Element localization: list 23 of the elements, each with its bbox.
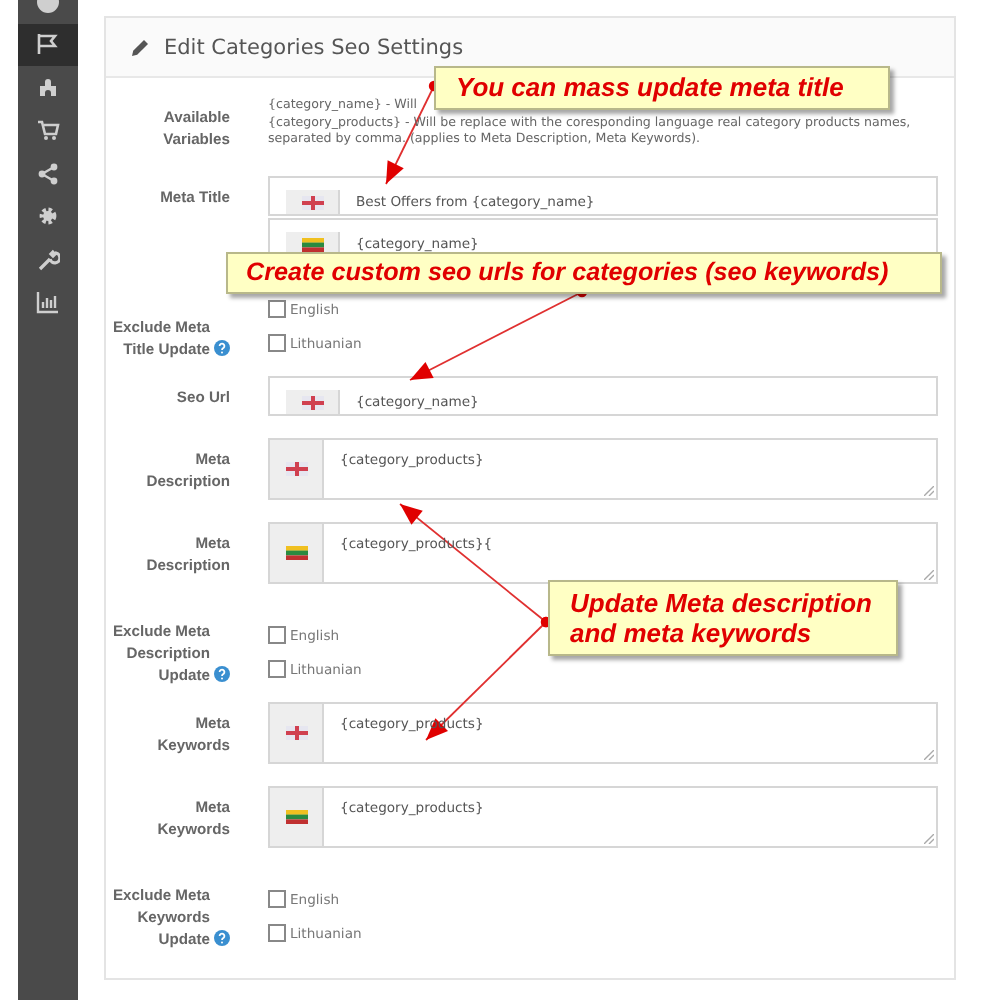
checkbox[interactable]: [268, 334, 286, 352]
help-icon[interactable]: [214, 340, 230, 356]
cart-icon: [36, 118, 60, 143]
callout-tooltip: Create custom seo urls for categories (seo keywords): [226, 252, 942, 294]
checkbox[interactable]: [268, 300, 286, 318]
checkbox[interactable]: [268, 660, 286, 678]
callout-tooltip: You can mass update meta title: [434, 66, 890, 110]
callout-tooltip: Update Meta description and meta keywords: [548, 580, 898, 656]
sidebar-item[interactable]: [18, 23, 78, 66]
flag-icon: [301, 195, 323, 209]
chart-icon: [36, 290, 60, 315]
pencil-icon: [130, 37, 150, 57]
flag-icon: [36, 32, 60, 57]
help-icon[interactable]: [214, 930, 230, 946]
wrench-icon: [36, 247, 60, 272]
panel-title: Edit Categories Seo Settings: [164, 35, 464, 59]
share-icon: [36, 161, 60, 186]
gear-icon: [36, 204, 60, 229]
checkbox[interactable]: [268, 890, 286, 908]
checkbox[interactable]: [268, 924, 286, 942]
checkbox[interactable]: [268, 626, 286, 644]
flag-icon: [301, 395, 323, 409]
help-icon[interactable]: [214, 666, 230, 682]
